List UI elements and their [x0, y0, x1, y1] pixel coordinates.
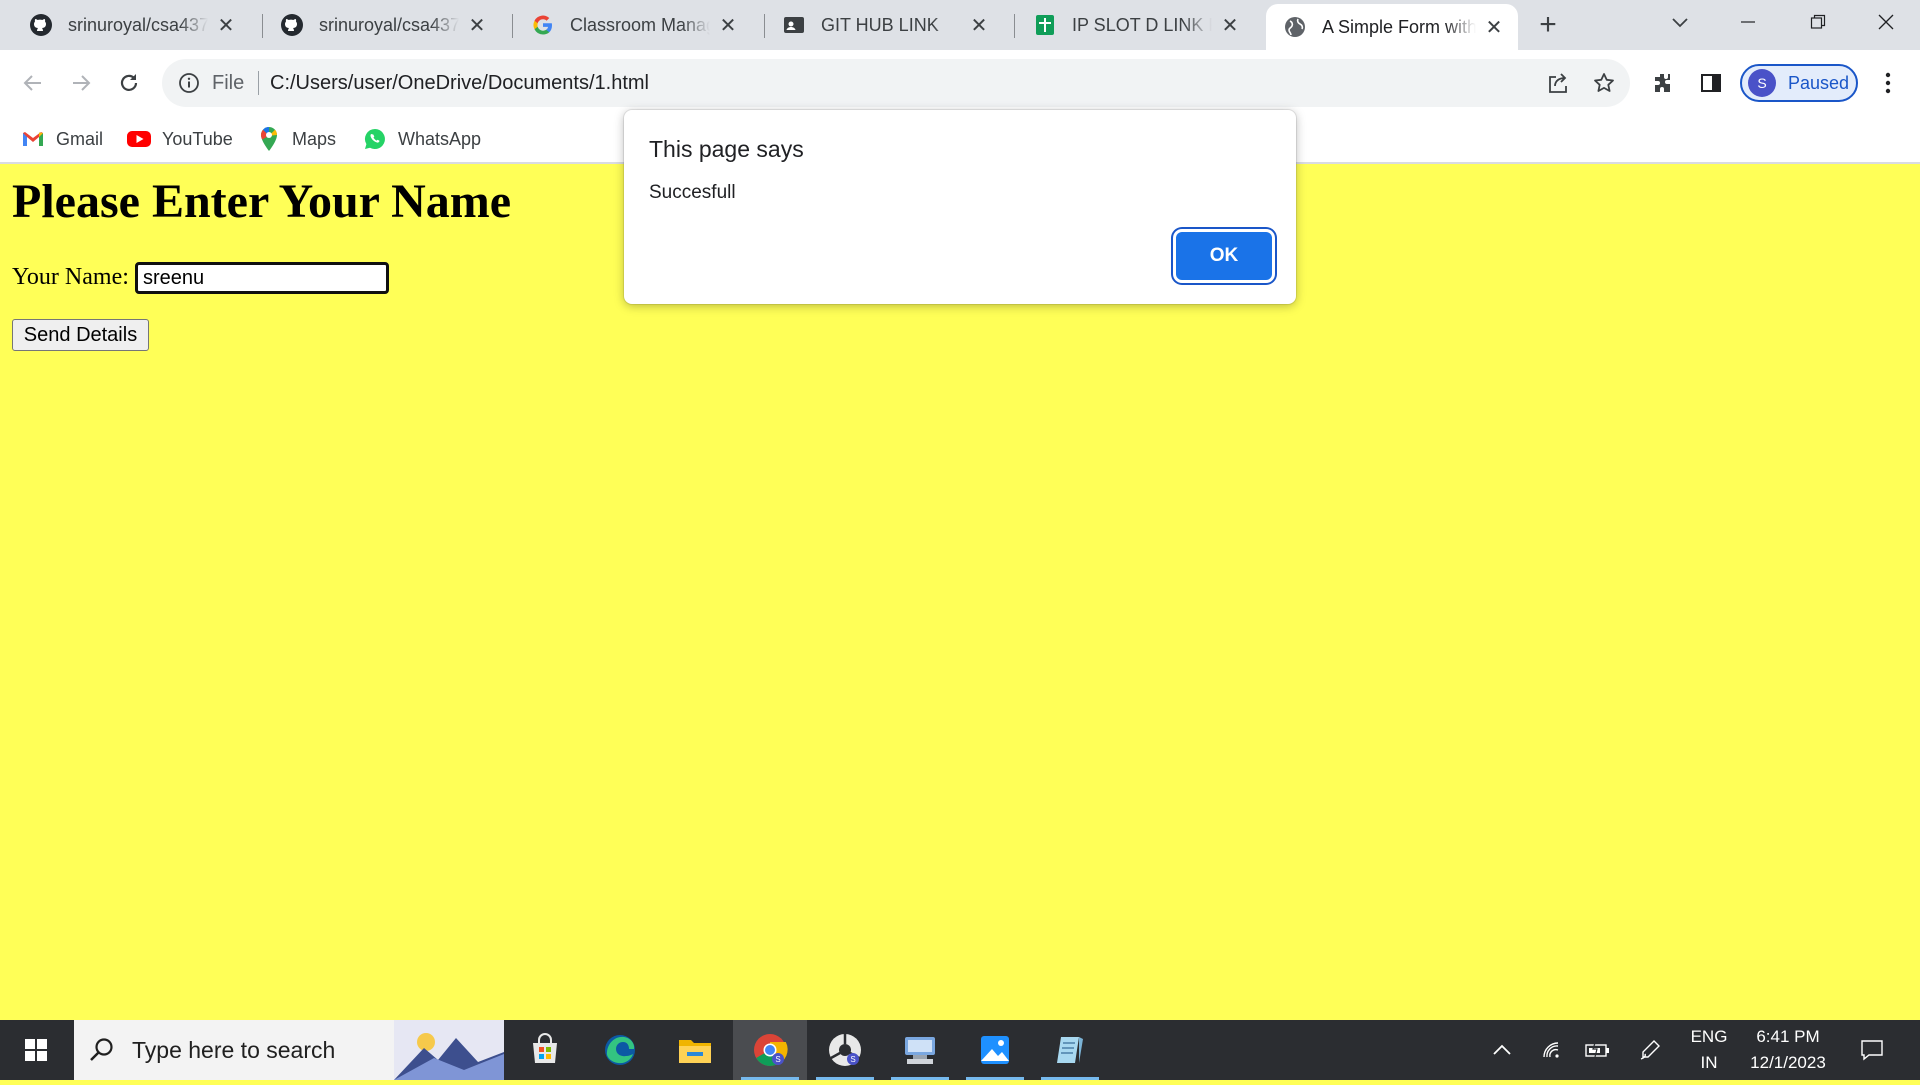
store-icon[interactable]: [508, 1020, 582, 1080]
bookmark-gmail[interactable]: Gmail: [20, 124, 103, 154]
whatsapp-icon: [362, 126, 388, 152]
url-scheme-label: File: [212, 72, 245, 94]
bookmark-label: Gmail: [56, 128, 104, 149]
taskbar-search-box[interactable]: Type here to search: [74, 1020, 504, 1080]
youtube-icon: [126, 126, 152, 152]
dialog-message: Succesfull: [649, 182, 736, 203]
avatar: S: [1748, 69, 1776, 97]
notepad-icon[interactable]: [1033, 1020, 1107, 1080]
profile-button[interactable]: S Paused: [1740, 64, 1858, 102]
maps-icon: [256, 126, 282, 152]
ok-button[interactable]: OK: [1176, 232, 1272, 280]
windows-logo-icon: [25, 1039, 47, 1061]
tab-search-chevron-icon[interactable]: [1650, 0, 1710, 44]
file-explorer-icon[interactable]: [658, 1020, 732, 1080]
tab-ip-slot[interactable]: IP SLOT D LINK FO ✕: [1004, 0, 1254, 50]
tab-title: srinuroyal/csa4372: [319, 14, 459, 35]
wifi-icon[interactable]: [1536, 1020, 1568, 1080]
tab-classroom[interactable]: Classroom Manage ✕: [502, 0, 752, 50]
tab-simple-form[interactable]: A Simple Form with ✕: [1266, 4, 1518, 50]
side-panel-icon[interactable]: [1692, 64, 1730, 102]
svg-text:S: S: [775, 1055, 780, 1064]
extensions-icon[interactable]: [1644, 64, 1682, 102]
close-tab-icon[interactable]: ✕: [718, 15, 738, 37]
show-hidden-icons-icon[interactable]: [1486, 1020, 1518, 1080]
forward-icon[interactable]: [62, 64, 100, 102]
windows-taskbar: Type here to search S S ENG IN 6:41 PM 1…: [0, 1020, 1920, 1080]
clock[interactable]: 6:41 PM 12/1/2023: [1738, 1020, 1838, 1080]
bookmark-maps[interactable]: Maps: [256, 124, 336, 154]
clock-date: 12/1/2023: [1750, 1053, 1826, 1072]
page-heading: Please Enter Your Name: [12, 175, 512, 228]
tab-title: srinuroyal/csa4372: [68, 14, 208, 35]
browser-toolbar: File C:/Users/user/OneDrive/Documents/1.…: [0, 50, 1920, 116]
tab-title: A Simple Form with: [1322, 16, 1476, 37]
tab-title: IP SLOT D LINK FO: [1072, 14, 1212, 35]
more-menu-icon[interactable]: [1876, 64, 1900, 102]
tab-git-hub-link[interactable]: GIT HUB LINK ✕: [753, 0, 1003, 50]
chrome-icon[interactable]: S: [733, 1020, 807, 1080]
svg-text:S: S: [850, 1055, 855, 1064]
bookmark-whatsapp[interactable]: WhatsApp: [362, 124, 481, 154]
gmail-icon: [20, 126, 46, 152]
search-placeholder: Type here to search: [132, 1037, 336, 1063]
globe-icon: [1282, 14, 1308, 40]
send-details-button[interactable]: Send Details: [12, 319, 149, 351]
chrome-profile-icon[interactable]: S: [808, 1020, 882, 1080]
restore-icon[interactable]: [1788, 0, 1848, 44]
language-region: IN: [1700, 1053, 1718, 1072]
github-icon: [279, 12, 305, 38]
reload-icon[interactable]: [110, 64, 148, 102]
github-icon: [28, 12, 54, 38]
tab-github-2[interactable]: srinuroyal/csa4372 ✕: [251, 0, 501, 50]
close-tab-icon[interactable]: ✕: [969, 15, 989, 37]
bookmark-label: YouTube: [162, 128, 233, 149]
name-input[interactable]: [135, 262, 389, 294]
notifications-icon[interactable]: [1852, 1020, 1892, 1080]
new-tab-button[interactable]: +: [1530, 10, 1566, 42]
photos-icon[interactable]: [958, 1020, 1032, 1080]
search-highlight-art: [394, 1020, 504, 1080]
profile-status-label: Paused: [1788, 72, 1850, 93]
tab-title: Classroom Manage: [570, 14, 710, 35]
close-tab-icon[interactable]: ✕: [467, 15, 487, 37]
info-icon[interactable]: [178, 72, 200, 94]
google-icon: [530, 12, 556, 38]
bookmark-youtube[interactable]: YouTube: [126, 124, 233, 154]
edge-icon[interactable]: [583, 1020, 657, 1080]
tab-github-1[interactable]: srinuroyal/csa4372 ✕: [0, 0, 250, 50]
name-field-label: Your Name:: [12, 264, 129, 290]
tab-strip: srinuroyal/csa4372 ✕ srinuroyal/csa4372 …: [0, 0, 1920, 50]
pen-icon[interactable]: [1634, 1020, 1666, 1080]
share-icon[interactable]: [1546, 71, 1570, 95]
language-indicator[interactable]: ENG IN: [1684, 1020, 1734, 1080]
tab-title: GIT HUB LINK: [821, 14, 939, 35]
bookmark-label: WhatsApp: [398, 128, 482, 149]
sheets-icon: [1032, 12, 1058, 38]
close-window-icon[interactable]: [1856, 0, 1916, 44]
start-button[interactable]: [0, 1020, 72, 1080]
omnibox-divider: [258, 71, 259, 95]
alert-dialog: This page says Succesfull OK: [624, 110, 1296, 304]
back-icon[interactable]: [14, 64, 52, 102]
language-code: ENG: [1690, 1027, 1728, 1046]
bookmark-star-icon[interactable]: [1592, 71, 1616, 95]
contact-card-icon: [781, 12, 807, 38]
close-tab-icon[interactable]: ✕: [216, 15, 236, 37]
battery-icon[interactable]: [1582, 1020, 1614, 1080]
address-bar[interactable]: File C:/Users/user/OneDrive/Documents/1.…: [162, 59, 1630, 107]
close-tab-icon[interactable]: ✕: [1484, 17, 1504, 39]
url-text[interactable]: C:/Users/user/OneDrive/Documents/1.html: [270, 59, 649, 107]
search-icon: [88, 1036, 116, 1064]
bookmark-label: Maps: [292, 128, 337, 149]
clock-time: 6:41 PM: [1756, 1027, 1820, 1046]
close-tab-icon[interactable]: ✕: [1220, 15, 1240, 37]
network-app-icon[interactable]: [883, 1020, 957, 1080]
dialog-title: This page says: [649, 136, 804, 162]
minimize-icon[interactable]: [1718, 0, 1778, 44]
